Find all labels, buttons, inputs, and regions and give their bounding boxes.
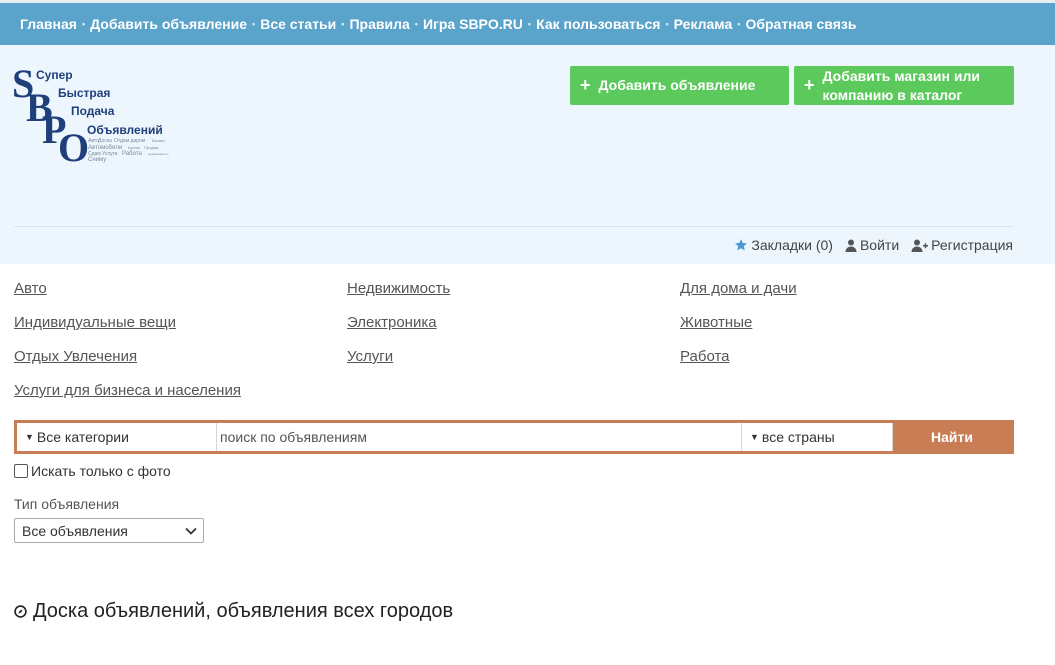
login-link[interactable]: Войти <box>845 237 899 253</box>
user-plus-icon <box>911 239 929 252</box>
register-label: Регистрация <box>931 237 1013 253</box>
category-link-auto[interactable]: Авто <box>14 280 47 297</box>
find-button[interactable]: Найти <box>893 423 1011 451</box>
nav-separator: ▪ <box>341 19 345 29</box>
category-link-services[interactable]: Услуги <box>347 348 393 365</box>
chevron-down-icon <box>185 527 197 535</box>
nav-articles[interactable]: Все статьи <box>260 16 336 32</box>
add-ad-button[interactable]: + Добавить объявление <box>570 66 789 105</box>
star-icon <box>735 239 748 251</box>
add-shop-label-line2: компанию в каталог <box>822 86 963 103</box>
country-select[interactable]: ▼ все страны <box>742 423 893 451</box>
logo-line-1: Супер <box>36 68 73 82</box>
ad-type-value: Все объявления <box>22 522 128 539</box>
nav-ads[interactable]: Реклама <box>674 16 733 32</box>
nav-add-ad[interactable]: Добавить объявление <box>90 16 247 32</box>
logo-tag-cloud: Авто Доска Отдам даром Бизнес Автомобили… <box>88 138 169 163</box>
top-nav: Главная ▪ Добавить объявление ▪ Все стат… <box>0 0 1055 45</box>
checkbox-box[interactable] <box>14 464 28 478</box>
logo-tag: Бизнес <box>152 138 165 143</box>
photo-only-checkbox[interactable]: Искать только с фото <box>14 463 171 479</box>
site-header: S B P O Супер Быстрая Подача Объявлений … <box>0 45 1055 264</box>
category-link-business[interactable]: Услуги для бизнеса и населения <box>14 382 241 399</box>
logo-tag: Доска <box>98 138 112 144</box>
page-title: Доска объявлений, объявления всех городо… <box>14 600 453 623</box>
nav-separator: ▪ <box>252 19 256 29</box>
page-title-text: Доска объявлений, объявления всех городо… <box>33 600 454 622</box>
plus-icon: + <box>804 75 815 95</box>
search-bar: ▼ Все категории поиск по объявлениям ▼ в… <box>14 420 1014 454</box>
nav-separator: ▪ <box>737 19 741 29</box>
category-select-value: Все категории <box>36 429 129 445</box>
category-link-realty[interactable]: Недвижимость <box>347 280 450 297</box>
add-shop-button[interactable]: + Добавить магазин или компанию в катало… <box>794 66 1014 105</box>
logo-tag: Сниму <box>88 157 106 163</box>
bookmarks-link[interactable]: Закладки (0) <box>734 237 833 253</box>
logo-tag: Продам <box>144 145 159 150</box>
logo-tag: Отдам даром <box>114 138 146 144</box>
category-select[interactable]: ▼ Все категории <box>17 423 217 451</box>
plus-icon: + <box>580 75 591 95</box>
nav-game[interactable]: Игра SBPO.RU <box>423 16 523 32</box>
page: Главная ▪ Добавить объявление ▪ Все стат… <box>0 0 1055 665</box>
nav-separator: ▪ <box>81 19 86 29</box>
add-ad-label: Добавить объявление <box>598 77 756 93</box>
photo-only-label: Искать только с фото <box>31 463 171 479</box>
nav-separator: ▪ <box>665 19 669 29</box>
nav-separator: ▪ <box>527 19 532 29</box>
logo-tag: Работа <box>122 151 142 157</box>
user-icon <box>845 239 857 252</box>
add-shop-label: Добавить магазин или компанию в каталог <box>823 67 980 105</box>
compass-icon <box>14 605 27 618</box>
logo-letter-o: O <box>58 125 89 164</box>
nav-feedback[interactable]: Обратная связь <box>745 16 856 32</box>
logo-line-4: Объявлений <box>87 123 163 137</box>
nav-separator: ▪ <box>414 19 418 29</box>
search-placeholder: поиск по объявлениям <box>220 429 367 445</box>
nav-rules[interactable]: Правила <box>349 16 409 32</box>
logo-line-2: Быстрая <box>58 86 110 100</box>
search-input[interactable]: поиск по объявлениям <box>217 423 742 451</box>
caret-down-icon: ▼ <box>25 432 34 442</box>
register-link[interactable]: Регистрация <box>911 237 1013 253</box>
category-link-leisure[interactable]: Отдых Увлечения <box>14 348 137 365</box>
nav-home[interactable]: Главная <box>20 16 77 32</box>
logo-tag: Недвижимость <box>148 152 169 156</box>
category-link-jobs[interactable]: Работа <box>680 348 730 365</box>
nav-howto[interactable]: Как пользоваться <box>536 16 660 32</box>
category-link-home[interactable]: Для дома и дачи <box>680 280 797 297</box>
login-label: Войти <box>859 237 900 253</box>
category-link-personal[interactable]: Индивидуальные вещи <box>14 314 176 331</box>
category-link-electronics[interactable]: Электроника <box>347 314 437 331</box>
header-divider <box>14 226 1014 227</box>
logo-line-3: Подача <box>71 104 115 118</box>
country-select-value: все страны <box>761 429 835 445</box>
category-link-animals[interactable]: Животные <box>680 314 752 331</box>
ad-type-label: Тип объявления <box>14 496 120 512</box>
logo-tag: Куплю <box>128 145 140 150</box>
caret-down-icon: ▼ <box>750 432 759 442</box>
bookmarks-label: Закладки (0) <box>751 237 833 253</box>
add-shop-label-line1: Добавить магазин или <box>822 67 980 84</box>
ad-type-select[interactable]: Все объявления <box>14 518 204 543</box>
site-logo[interactable]: S B P O Супер Быстрая Подача Объявлений … <box>12 59 172 164</box>
user-bar: Закладки (0) Войти Регистрация <box>734 237 1013 253</box>
